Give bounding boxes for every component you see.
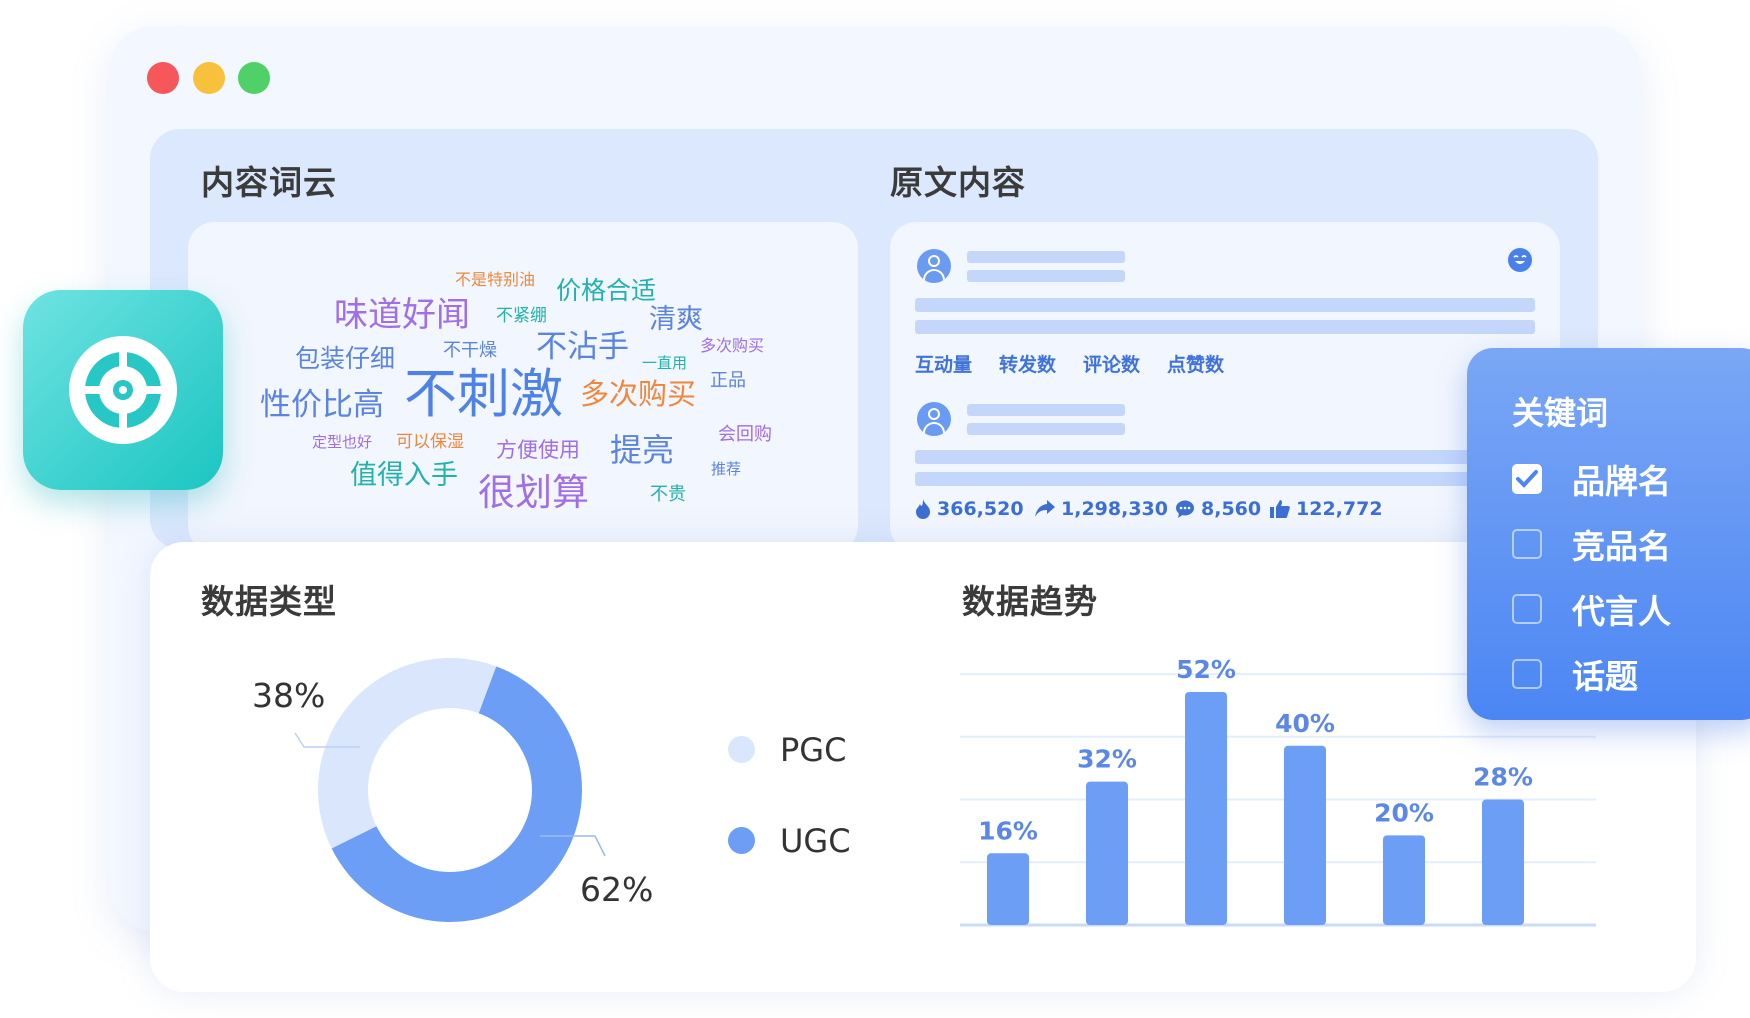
checkbox-checked-icon[interactable] [1512,464,1542,494]
cloud-word: 不刺激 [404,364,563,425]
keyword-option-brand[interactable]: 品牌名 [1512,455,1671,503]
checkbox-icon[interactable] [1512,529,1542,559]
bar [1185,692,1227,925]
cloud-word: 多次购买 [580,377,697,411]
keyword-option-spokesperson[interactable]: 代言人 [1512,585,1671,633]
placeholder-line [915,472,1535,486]
stat-comment-value: 8,560 [1201,498,1262,520]
cloud-word: 包装仔细 [295,344,396,373]
content-title: 原文内容 [890,163,1026,202]
cloud-word: 很划算 [478,471,589,514]
stat-like-value: 122,772 [1296,498,1383,520]
bar [987,853,1029,925]
keyword-filter-panel: 关键词 品牌名 竞品名 代言人 话题 [1467,348,1750,720]
bar-value-label: 20% [1374,798,1434,827]
fire-icon [916,499,930,519]
stat-fire: 366,520 [915,498,1024,520]
cloud-word: 提亮 [610,431,675,469]
stat-share-value: 1,298,330 [1061,498,1168,520]
bar-value-label: 52% [1176,655,1236,684]
wordcloud-card: 不是特别油 价格合适 味道好闻 不紧绷 清爽 包装仔细 不干燥 不沾手 多次购买… [188,222,858,552]
placeholder-line [915,450,1535,464]
stat-like: 122,772 [1270,498,1383,520]
cloud-word: 不紧绷 [496,306,547,326]
cloud-word: 不沾手 [536,329,629,365]
checkbox-icon[interactable] [1512,594,1542,624]
cloud-word: 不贵 [650,484,686,505]
bar-value-label: 32% [1077,745,1137,774]
bar [1284,745,1326,925]
user-avatar-icon [917,402,951,436]
metric-reposts[interactable]: 转发数 [999,350,1056,377]
metric-comments[interactable]: 评论数 [1083,350,1140,377]
thumbs-up-icon [1270,500,1290,518]
keyword-label: 品牌名 [1572,462,1671,501]
keyword-label: 话题 [1572,657,1638,696]
wordcloud-title: 内容词云 [201,163,337,202]
legend-pgc-label: PGC [780,731,847,769]
placeholder-line [967,270,1125,282]
stat-comment: 8,560 [1175,498,1261,520]
keyword-option-competitor[interactable]: 竞品名 [1512,520,1671,568]
content-card: 互动量 转发数 评论数 点赞数 366,520 1,298,330 8,560 … [890,222,1560,552]
cloud-word: 值得入手 [350,460,458,491]
comment-icon [1176,500,1194,518]
app-logo [23,290,223,490]
placeholder-line [915,298,1535,312]
bar-value-label: 28% [1473,763,1533,792]
keyword-panel-title: 关键词 [1512,394,1609,432]
checkbox-icon[interactable] [1512,659,1542,689]
legend-pgc-swatch [728,736,755,763]
bar [1383,835,1425,925]
keyword-option-topic[interactable]: 话题 [1512,650,1638,698]
cloud-word: 不是特别油 [455,270,536,289]
bar-value-label: 16% [978,816,1038,845]
stage: 内容词云 原文内容 不是特别油 价格合适 味道好闻 不紧绷 清爽 包装仔细 不干… [0,0,1750,1018]
cloud-word: 一直用 [642,354,688,372]
legend-ugc-label: UGC [780,822,851,860]
placeholder-line [967,404,1125,416]
placeholder-line [967,423,1125,435]
ugc-percent-label: 62% [580,870,654,909]
keyword-label: 竞品名 [1572,527,1671,566]
cloud-word: 会回购 [718,424,772,445]
metric-likes[interactable]: 点赞数 [1167,350,1224,377]
keyword-label: 代言人 [1572,592,1671,631]
pgc-percent-label: 38% [252,676,326,715]
share-icon [1035,500,1055,517]
data-type-title: 数据类型 [201,582,337,621]
cloud-word: 不干燥 [443,340,497,361]
donut-slice-pgc [317,658,497,849]
cloud-word: 味道好闻 [334,295,470,335]
stat-share: 1,298,330 [1035,498,1168,520]
cloud-word: 多次购买 [700,336,765,355]
cloud-word: 方便使用 [496,438,580,462]
cloud-word: 清爽 [649,304,703,335]
stat-fire-value: 366,520 [937,498,1024,520]
cloud-word: 性价比高 [260,387,384,423]
bar [1086,781,1128,925]
bar-value-label: 40% [1275,709,1335,738]
legend-ugc-swatch [728,827,755,854]
close-window-button[interactable] [147,62,179,94]
user-avatar-icon [917,249,951,283]
bar [1482,799,1524,925]
maximize-window-button[interactable] [238,62,270,94]
minimize-window-button[interactable] [193,62,225,94]
cloud-word: 正品 [710,370,746,391]
placeholder-line [915,320,1535,334]
cloud-word: 推荐 [711,460,742,478]
cloud-word: 价格合适 [556,276,657,305]
cloud-word: 定型也好 [312,433,373,451]
metric-interaction[interactable]: 互动量 [915,350,972,377]
placeholder-line [967,251,1125,263]
cloud-word: 可以保湿 [396,432,464,452]
target-icon [69,336,177,444]
donut-chart [317,658,582,922]
emoji-icon[interactable] [1508,248,1532,272]
